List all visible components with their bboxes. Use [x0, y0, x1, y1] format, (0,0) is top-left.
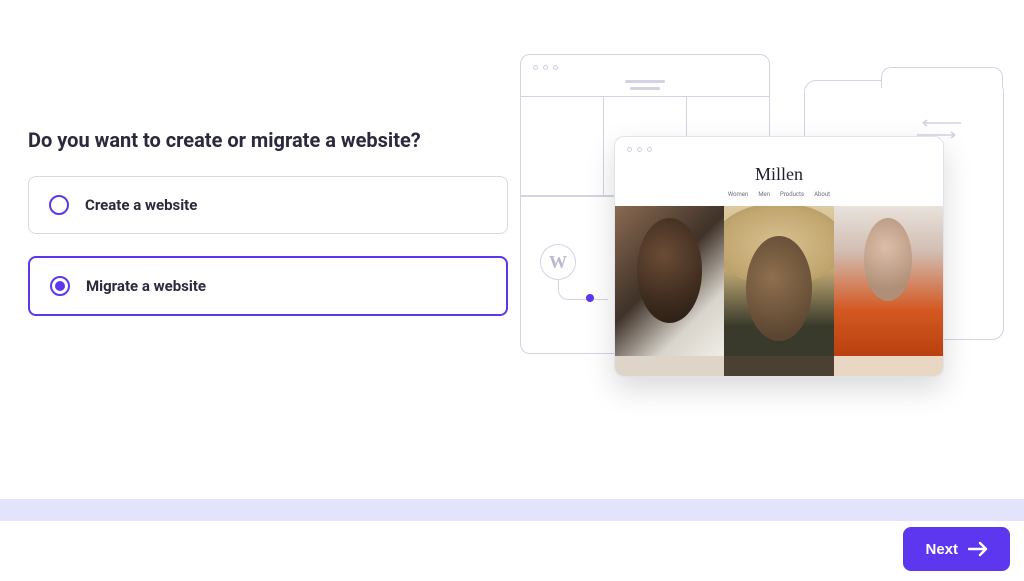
preview-nav-item: Men	[758, 191, 770, 198]
connector-line	[558, 280, 608, 300]
wordpress-icon: W	[540, 244, 576, 280]
preview-window: Millen Women Men Products About	[614, 136, 944, 377]
preview-nav-item: Women	[728, 191, 748, 198]
radio-icon	[49, 195, 69, 215]
preview-nav-item: Products	[780, 191, 804, 198]
option-migrate-label: Migrate a website	[86, 277, 206, 295]
arrow-right-icon	[968, 540, 988, 558]
preview-nav-item: About	[814, 191, 830, 198]
preview-image-grid	[615, 206, 943, 356]
preview-nav: Women Men Products About	[615, 191, 943, 206]
connector-dot-icon	[586, 294, 594, 302]
option-create-label: Create a website	[85, 196, 197, 214]
illustration-area: W Millen Women Men Products About	[508, 0, 996, 500]
progress-band	[0, 499, 1024, 521]
next-button-label: Next	[925, 541, 958, 558]
option-migrate-website[interactable]: Migrate a website	[28, 256, 508, 316]
window-dots-icon	[615, 137, 943, 162]
page-question: Do you want to create or migrate a websi…	[28, 128, 508, 152]
radio-icon-selected	[50, 276, 70, 296]
window-dots-icon	[521, 55, 769, 80]
preview-site-title: Millen	[615, 162, 943, 191]
next-button[interactable]: Next	[903, 527, 1010, 571]
option-create-website[interactable]: Create a website	[28, 176, 508, 234]
